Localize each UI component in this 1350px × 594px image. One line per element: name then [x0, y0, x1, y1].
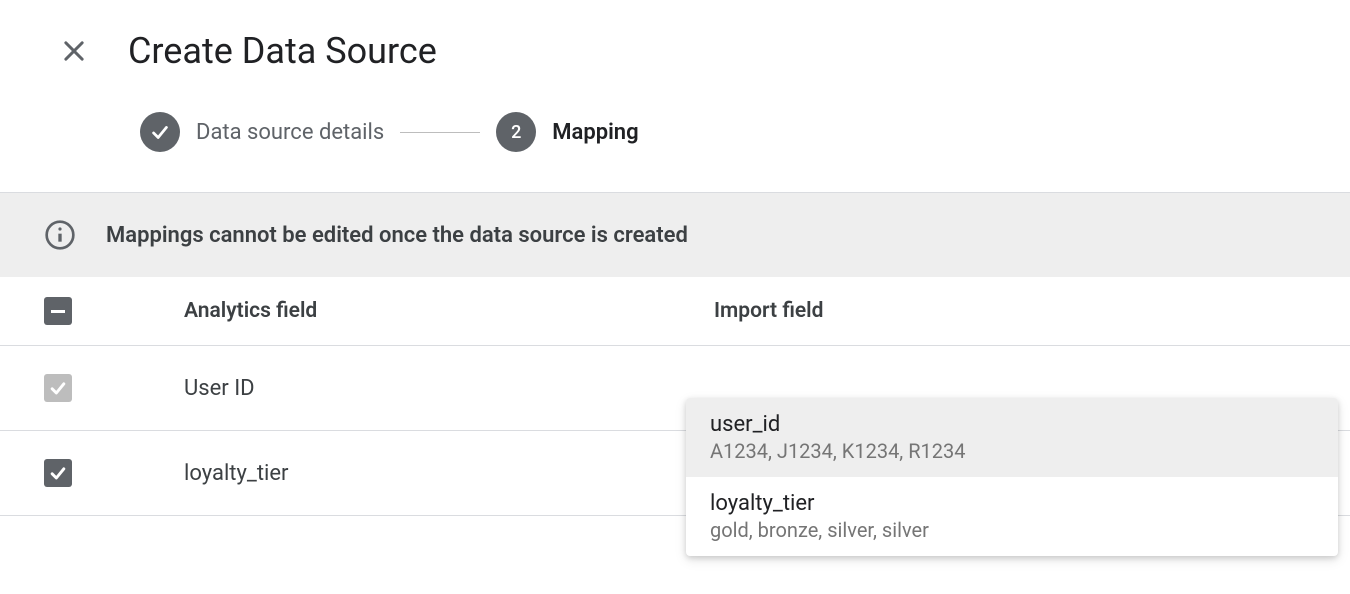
step-2-label: Mapping: [552, 120, 638, 145]
analytics-field-value: loyalty_tier: [184, 461, 714, 486]
import-field-header: Import field: [714, 299, 1306, 323]
step-2-circle: 2: [496, 112, 536, 152]
step-2[interactable]: 2 Mapping: [496, 112, 638, 152]
info-banner: Mappings cannot be edited once the data …: [0, 192, 1350, 277]
row-checkbox[interactable]: [44, 374, 72, 402]
row-checkbox[interactable]: [44, 459, 72, 487]
checkmark-icon: [149, 121, 171, 143]
checkbox-col: [44, 459, 184, 487]
dialog-header: Create Data Source: [0, 0, 1350, 112]
analytics-field-header: Analytics field: [184, 299, 714, 323]
select-all-checkbox[interactable]: [44, 297, 72, 325]
stepper: Data source details 2 Mapping: [0, 112, 1350, 192]
dropdown-option[interactable]: user_id A1234, J1234, K1234, R1234: [686, 398, 1338, 477]
table-header: Analytics field Import field: [0, 277, 1350, 346]
dropdown-option-title: loyalty_tier: [710, 491, 1314, 516]
step-1[interactable]: Data source details: [140, 112, 384, 152]
analytics-field-value: User ID: [184, 376, 714, 401]
import-field-dropdown: user_id A1234, J1234, K1234, R1234 loyal…: [686, 398, 1338, 556]
step-1-circle: [140, 112, 180, 152]
page-title: Create Data Source: [128, 30, 437, 72]
dropdown-option-subtitle: gold, bronze, silver, silver: [710, 518, 1314, 542]
close-button[interactable]: [60, 37, 88, 65]
checkbox-header-col: [44, 297, 184, 325]
checkmark-icon: [48, 378, 68, 398]
dropdown-option-title: user_id: [710, 412, 1314, 437]
step-1-label: Data source details: [196, 120, 384, 145]
info-banner-text: Mappings cannot be edited once the data …: [106, 223, 688, 248]
checkmark-icon: [48, 463, 68, 483]
step-connector: [400, 132, 480, 133]
info-icon: [44, 219, 76, 251]
dropdown-option-subtitle: A1234, J1234, K1234, R1234: [710, 439, 1314, 463]
close-icon: [60, 37, 88, 65]
dropdown-option[interactable]: loyalty_tier gold, bronze, silver, silve…: [686, 477, 1338, 556]
checkbox-col: [44, 374, 184, 402]
